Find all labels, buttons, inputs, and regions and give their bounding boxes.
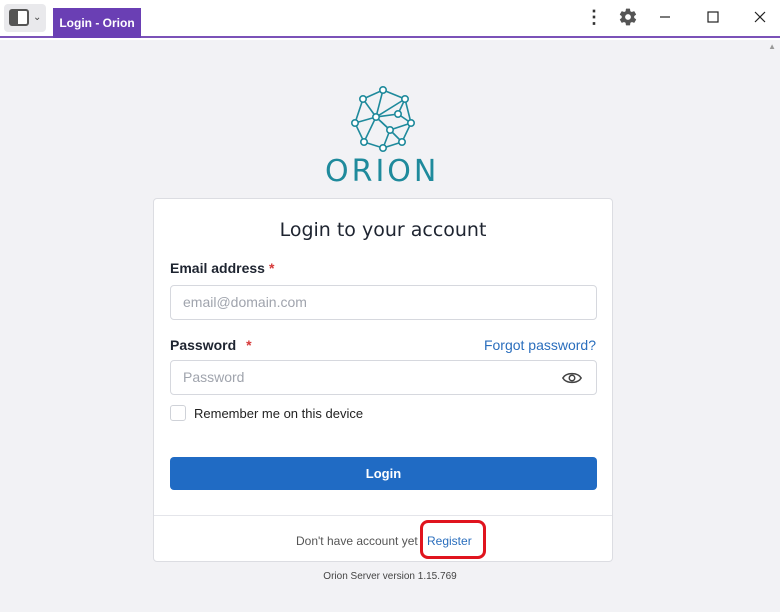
required-marker: * [246,337,252,353]
title-bar: ⌄ Login - Orion ⋮ [0,0,780,38]
remember-me-label: Remember me on this device [194,405,364,421]
card-title: Login to your account [279,219,487,241]
maximize-icon[interactable] [703,6,723,28]
password-label: Password * [170,337,252,353]
email-placeholder: email@domain.com [183,294,307,310]
password-placeholder: Password [183,369,245,385]
version-text: Orion Server version 1.15.769 [323,571,457,582]
card-footer: Don't have account yet Register [154,515,612,562]
required-marker: * [268,260,275,276]
email-input[interactable]: email@domain.com [170,285,597,320]
show-password-eye-icon[interactable] [562,370,582,386]
page-content: ▲ ORION Login to your account Email addr… [0,40,780,612]
login-button[interactable]: Login [170,457,597,490]
login-card: Login to your account Email address * ema… [153,198,613,562]
minimize-icon[interactable] [655,6,675,28]
email-label-text: Email address [170,260,265,276]
no-account-text: Don't have account yet [296,534,418,548]
password-input[interactable]: Password [170,360,597,395]
scroll-up-arrow-icon[interactable]: ▲ [768,42,776,51]
email-label: Email address * [170,260,274,276]
kebab-menu-icon[interactable]: ⋮ [585,6,603,28]
gear-icon[interactable] [617,6,639,28]
remember-me-row[interactable]: Remember me on this device [170,405,363,421]
register-link[interactable]: Register [427,534,472,548]
brand-name: ORION [325,154,440,189]
close-icon[interactable] [749,6,771,28]
forgot-password-link[interactable]: Forgot password? [484,337,596,353]
chevron-down-icon: ⌄ [33,12,42,23]
tab-login-orion[interactable]: Login - Orion [53,8,141,38]
sidebar-toggle-icon [9,9,29,26]
sidebar-toggle-button[interactable]: ⌄ [4,4,46,32]
remember-me-checkbox[interactable] [170,405,186,421]
password-label-text: Password [170,337,237,353]
